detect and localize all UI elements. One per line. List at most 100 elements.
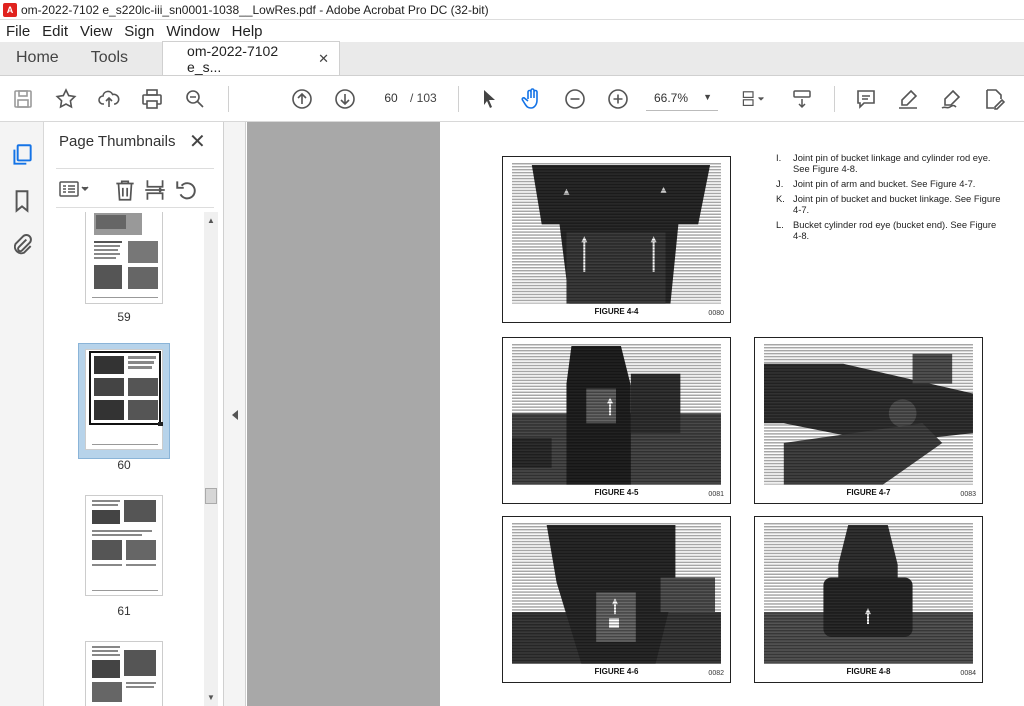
attachments-icon[interactable] <box>9 232 35 258</box>
tab-tools[interactable]: Tools <box>75 41 144 75</box>
scroll-down-icon[interactable]: ▼ <box>207 693 215 702</box>
sign-pen-icon[interactable] <box>936 84 966 114</box>
document-page: FIGURE 4-4 0080 I. Joint pin of bucket l… <box>440 122 1024 706</box>
menu-bar: File Edit View Sign Window Help <box>0 20 1024 42</box>
figure-photo <box>512 163 721 304</box>
hand-tool-icon[interactable] <box>517 84 547 114</box>
page-total: / 103 <box>410 91 437 105</box>
window-title: om-2022-7102 e_s220lc-iii_sn0001-1038__L… <box>21 2 489 17</box>
title-bar: A om-2022-7102 e_s220lc-iii_sn0001-1038_… <box>0 0 1024 20</box>
left-navigation-rail <box>0 122 44 706</box>
pin-list: I. Joint pin of bucket linkage and cylin… <box>776 152 1006 245</box>
panel-toolbar <box>56 168 214 208</box>
toolbar <box>0 76 1024 122</box>
menu-help[interactable]: Help <box>226 23 269 40</box>
menu-view[interactable]: View <box>74 23 118 40</box>
menu-edit[interactable]: Edit <box>36 23 74 40</box>
figure-4-8: FIGURE 4-8 0084 <box>754 516 983 683</box>
scrollbar-thumb[interactable] <box>205 488 217 504</box>
rotate-page-icon[interactable] <box>174 177 200 201</box>
toolbar-divider <box>458 86 459 112</box>
figure-photo <box>764 344 973 485</box>
figure-code: 0083 <box>960 491 976 498</box>
thumbnail-options-icon[interactable] <box>58 177 92 201</box>
list-item: J. Joint pin of arm and bucket. See Figu… <box>776 178 1006 189</box>
tab-document-label: om-2022-7102 e_s... <box>187 42 279 75</box>
zoom-out-icon[interactable] <box>560 84 590 114</box>
menu-file[interactable]: File <box>0 23 36 40</box>
select-cursor-icon[interactable] <box>474 84 504 114</box>
insert-page-icon[interactable] <box>142 177 168 201</box>
figure-4-4: FIGURE 4-4 0080 <box>502 156 731 323</box>
figure-caption: FIGURE 4-4 <box>594 307 639 316</box>
menu-sign[interactable]: Sign <box>118 23 160 40</box>
figure-caption: FIGURE 4-6 <box>594 667 639 676</box>
cloud-upload-icon[interactable] <box>94 84 124 114</box>
figure-photo <box>512 344 721 485</box>
zoom-level-value: 66.7% <box>654 91 689 105</box>
panel-collapse-strip[interactable] <box>224 122 246 706</box>
list-item-letter: L. <box>776 219 784 230</box>
list-item-text: Joint pin of bucket linkage and cylinder… <box>793 152 991 174</box>
list-item-text: Bucket cylinder rod eye (bucket end). Se… <box>793 219 997 241</box>
comment-icon[interactable] <box>851 84 881 114</box>
thumbnail-label-60: 60 <box>117 458 131 472</box>
list-item-text: Joint pin of arm and bucket. See Figure … <box>793 178 976 189</box>
print-icon[interactable] <box>137 84 167 114</box>
list-item-letter: J. <box>776 178 784 189</box>
highlight-pen-icon[interactable] <box>893 84 923 114</box>
figure-photo <box>512 523 721 664</box>
collapse-arrow-icon[interactable] <box>232 410 238 420</box>
page-thumbnails-panel: Page Thumbnails ✕ 59 60 61 ▲ ▼ <box>44 122 224 706</box>
figure-photo <box>764 523 973 664</box>
document-viewer: FIGURE 4-4 0080 I. Joint pin of bucket l… <box>247 122 1024 706</box>
figure-4-7: FIGURE 4-7 0083 <box>754 337 983 504</box>
tab-document[interactable]: om-2022-7102 e_s... ✕ <box>162 41 341 75</box>
toolbar-divider <box>834 86 835 112</box>
zoom-level-select[interactable]: 66.7% ▼ <box>646 87 718 111</box>
scroll-up-icon[interactable]: ▲ <box>207 216 215 225</box>
menu-window[interactable]: Window <box>160 23 225 40</box>
thumbnail-label-61: 61 <box>117 604 131 618</box>
panel-title: Page Thumbnails <box>59 133 176 150</box>
list-item-text: Joint pin of bucket and bucket linkage. … <box>793 193 1001 215</box>
figure-code: 0084 <box>960 670 976 677</box>
tab-home[interactable]: Home <box>0 41 75 75</box>
previous-page-icon[interactable] <box>287 84 317 114</box>
list-item: I. Joint pin of bucket linkage and cylin… <box>776 152 1006 174</box>
page-number-input[interactable] <box>376 87 406 109</box>
zoom-search-icon[interactable] <box>180 84 210 114</box>
delete-page-icon[interactable] <box>112 177 138 201</box>
list-item-letter: K. <box>776 193 785 204</box>
next-page-icon[interactable] <box>330 84 360 114</box>
close-tab-icon[interactable]: ✕ <box>318 51 329 67</box>
thumbnail-scrollbar[interactable]: ▲ ▼ <box>204 212 218 706</box>
thumbnail-page-62[interactable] <box>85 641 163 706</box>
list-item: L. Bucket cylinder rod eye (bucket end).… <box>776 219 1006 241</box>
thumbnail-page-60[interactable] <box>85 349 163 450</box>
scroll-mode-icon[interactable] <box>787 84 817 114</box>
figure-code: 0082 <box>708 670 724 677</box>
close-panel-icon[interactable]: ✕ <box>189 129 206 154</box>
figure-code: 0080 <box>708 310 724 317</box>
figure-caption: FIGURE 4-7 <box>846 488 891 497</box>
page-fit-icon[interactable] <box>735 84 771 114</box>
bookmarks-icon[interactable] <box>9 188 35 214</box>
list-item: K. Joint pin of bucket and bucket linkag… <box>776 193 1006 215</box>
chevron-down-icon: ▼ <box>703 92 712 102</box>
figure-caption: FIGURE 4-8 <box>846 667 891 676</box>
figure-4-6: FIGURE 4-6 0082 <box>502 516 731 683</box>
bookmark-star-icon[interactable] <box>51 84 81 114</box>
thumbnail-page-59[interactable] <box>85 212 163 304</box>
edit-document-icon[interactable] <box>979 84 1009 114</box>
page-thumbnails-icon[interactable] <box>9 142 35 168</box>
thumbnail-list: 59 60 61 <box>44 212 204 706</box>
toolbar-divider <box>228 86 229 112</box>
save-icon[interactable] <box>8 84 38 114</box>
zoom-in-icon[interactable] <box>603 84 633 114</box>
thumbnail-label-59: 59 <box>117 310 131 324</box>
figure-caption: FIGURE 4-5 <box>594 488 639 497</box>
tab-bar: Home Tools om-2022-7102 e_s... ✕ <box>0 41 1024 76</box>
thumbnail-page-61[interactable] <box>85 495 163 596</box>
figure-code: 0081 <box>708 491 724 498</box>
